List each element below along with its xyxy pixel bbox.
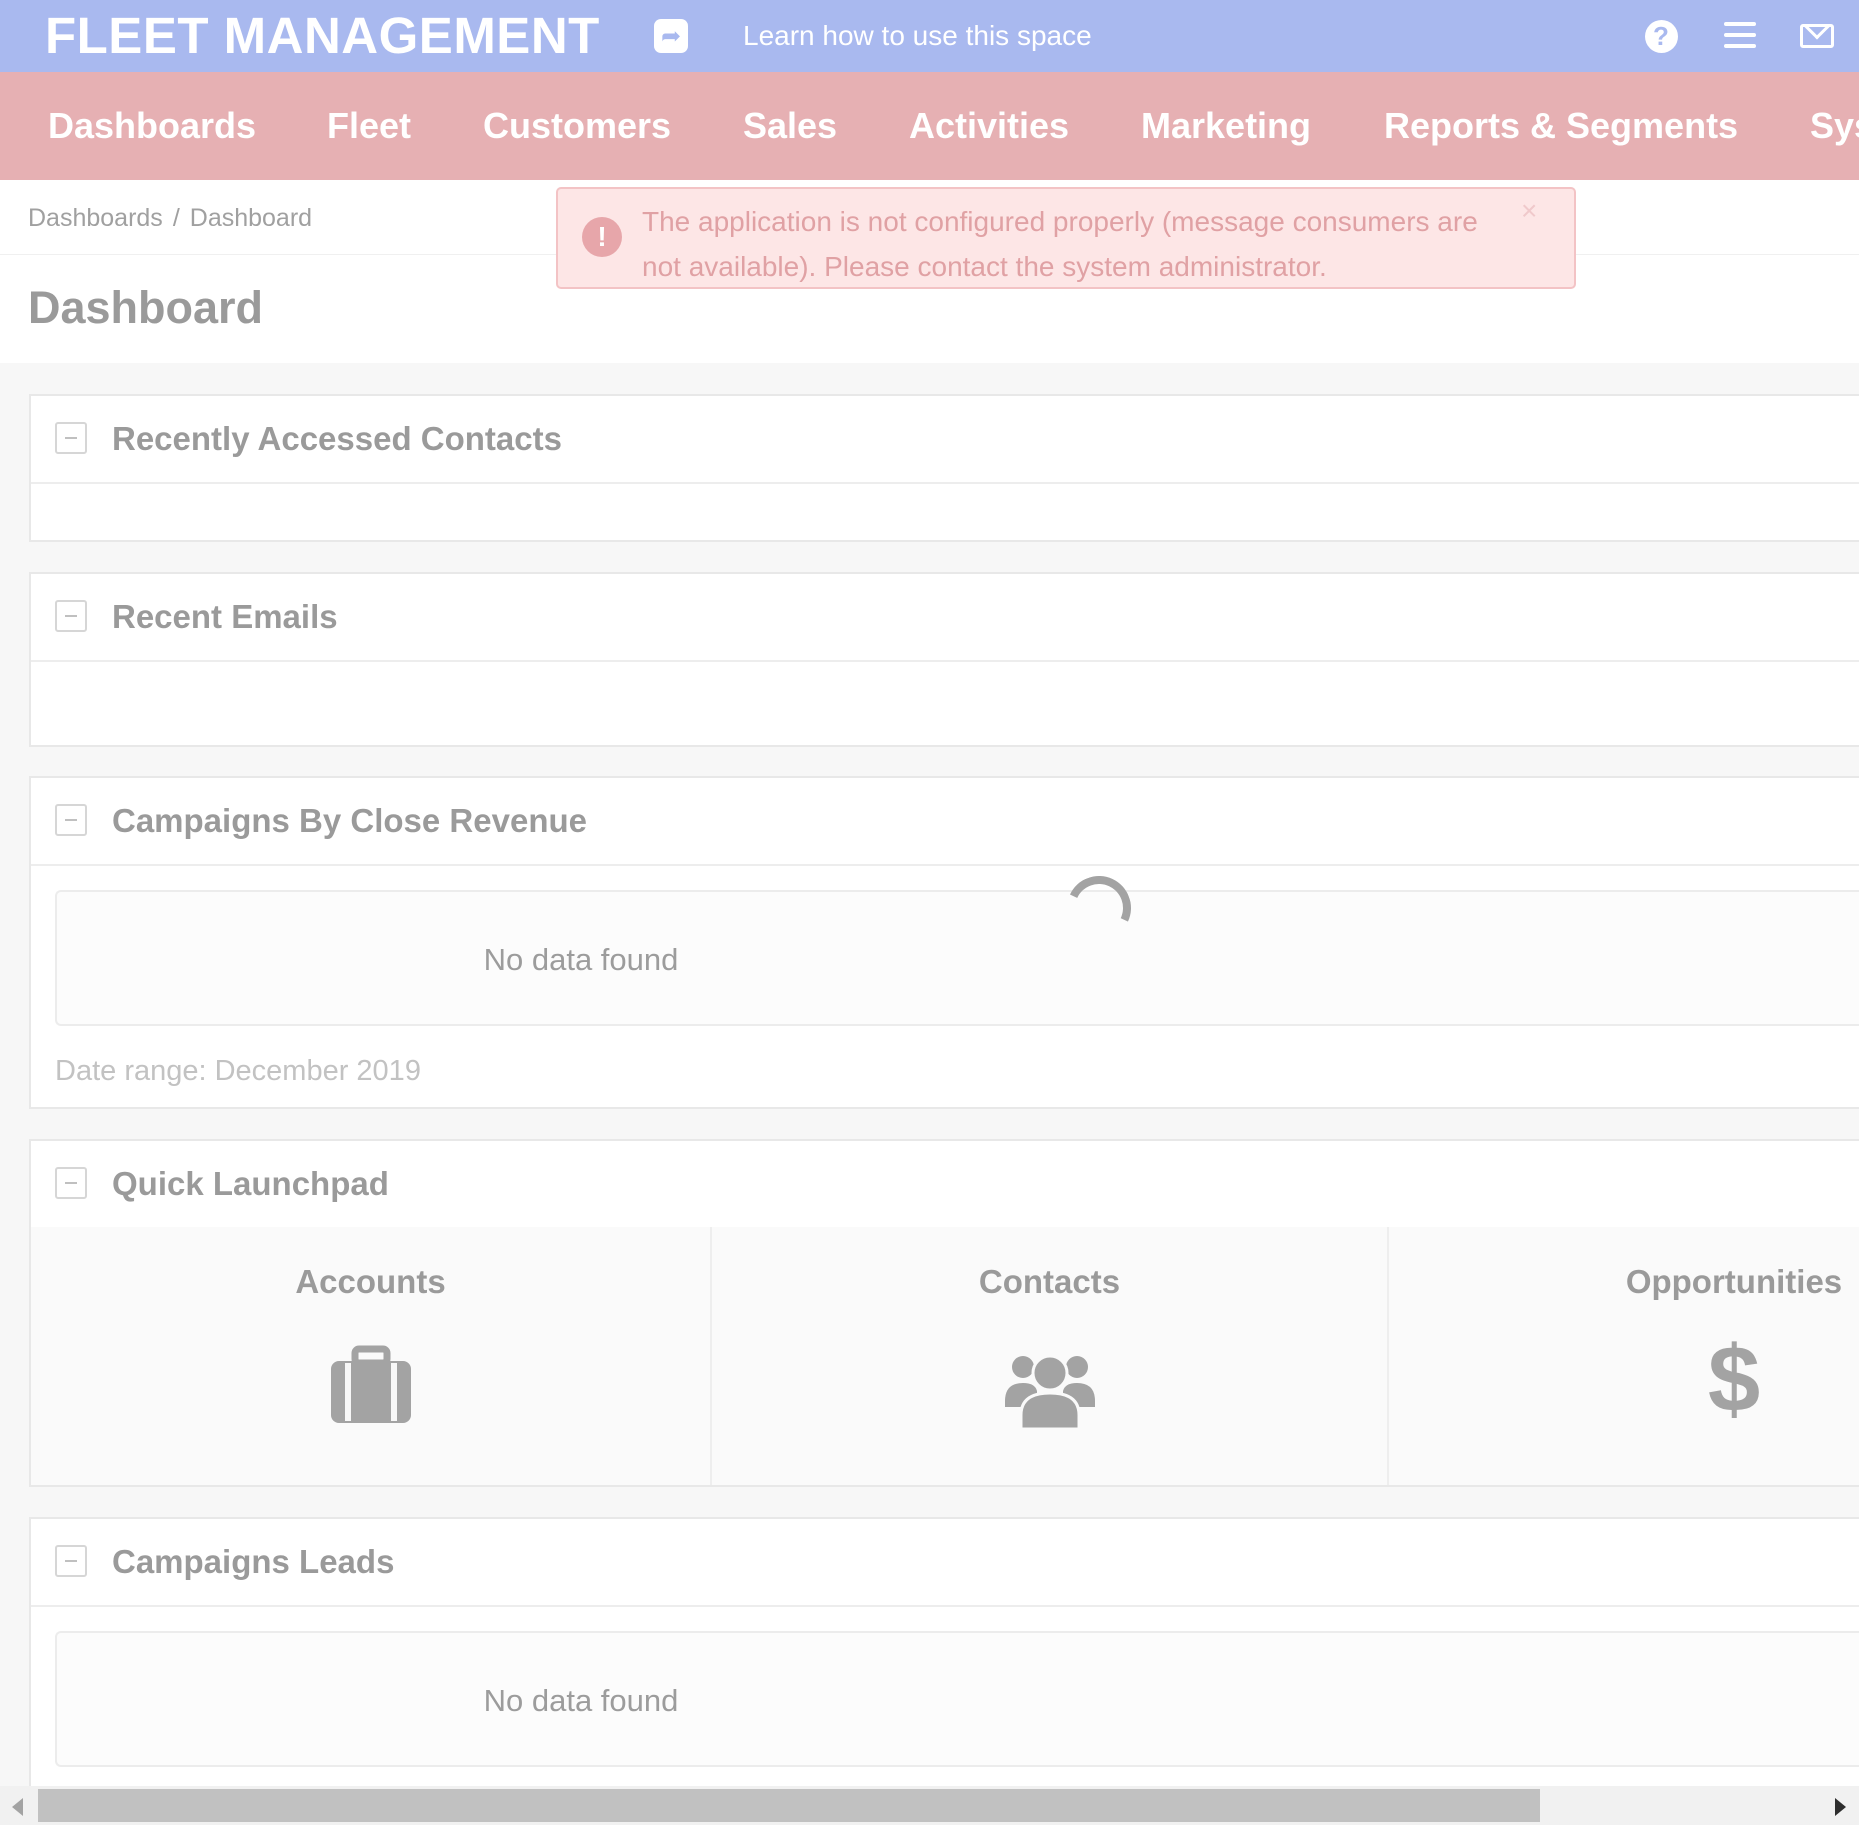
collapse-button[interactable] (55, 422, 87, 454)
help-icon[interactable]: ? (1641, 16, 1681, 56)
launchpad-accounts[interactable]: Accounts (31, 1227, 712, 1485)
nav-item-activities[interactable]: Activities (909, 105, 1069, 147)
breadcrumb-separator: / (172, 204, 180, 232)
nav-item-fleet[interactable]: Fleet (327, 105, 411, 147)
horizontal-scrollbar[interactable] (0, 1786, 1859, 1825)
nav-item-reports-segments[interactable]: Reports & Segments (1384, 105, 1738, 147)
widget-header: Recent Emails (31, 574, 1859, 662)
widget-title: Quick Launchpad (112, 1165, 389, 1202)
close-icon[interactable]: × (1521, 195, 1537, 227)
scrollbar-thumb[interactable] (38, 1789, 1540, 1822)
breadcrumb: Dashboards / Dashboard (28, 204, 312, 233)
no-data-text: No data found (483, 1683, 679, 1718)
app-brand[interactable]: FLEET MANAGEMENT (45, 6, 600, 65)
error-alert: ! The application is not configured prop… (556, 187, 1576, 289)
launchpad-contacts[interactable]: Contacts (712, 1227, 1389, 1485)
chart-empty-state: No data found (55, 1631, 1859, 1767)
widget-header: Recently Accessed Contacts (31, 396, 1859, 484)
widget-header: Quick Launchpad (31, 1141, 1859, 1229)
nav-item-system[interactable]: Sys (1810, 105, 1859, 147)
collapse-button[interactable] (55, 1545, 87, 1577)
nav-item-sales[interactable]: Sales (743, 105, 837, 147)
collapse-button[interactable] (55, 1167, 87, 1199)
widget-header: Campaigns Leads (31, 1519, 1859, 1607)
alert-message: The application is not configured proper… (642, 206, 1478, 282)
launchpad-label: Opportunities (1625, 1263, 1843, 1300)
envelope-icon[interactable] (1797, 16, 1837, 56)
dollar-icon: $ (1707, 1326, 1761, 1431)
no-data-text: No data found (483, 942, 679, 977)
hamburger-menu-icon[interactable] (1720, 22, 1760, 48)
widget-recent-emails: Recent Emails (29, 572, 1859, 747)
collapse-button[interactable] (55, 804, 87, 836)
widget-campaigns-leads: Campaigns Leads No data found (29, 1517, 1859, 1807)
users-icon (712, 1345, 1387, 1435)
briefcase-icon (31, 1345, 710, 1435)
launchpad-label: Contacts (978, 1263, 1121, 1300)
exclamation-circle-icon: ! (582, 217, 622, 257)
nav-item-customers[interactable]: Customers (483, 105, 671, 147)
date-range-text: Date range: December 2019 (55, 1055, 421, 1087)
launchpad-label: Accounts (295, 1263, 446, 1300)
widget-quick-launchpad: Quick Launchpad Accounts Contacts Opport… (29, 1139, 1859, 1487)
chart-empty-state: No data found (55, 890, 1859, 1026)
widget-title: Campaigns By Close Revenue (112, 802, 587, 839)
widget-title: Campaigns Leads (112, 1543, 395, 1580)
widget-header: Campaigns By Close Revenue (31, 778, 1859, 866)
breadcrumb-item-dashboard: Dashboard (189, 204, 313, 232)
widget-campaigns-by-close-revenue: Campaigns By Close Revenue No data found… (29, 776, 1859, 1109)
share-icon[interactable]: ➦ (654, 19, 688, 53)
widget-title: Recent Emails (112, 598, 338, 635)
main-nav: Dashboards Fleet Customers Sales Activit… (0, 72, 1859, 180)
breadcrumb-item-dashboards[interactable]: Dashboards (28, 204, 163, 232)
nav-item-dashboards[interactable]: Dashboards (48, 105, 256, 147)
page-title: Dashboard (28, 282, 264, 333)
widget-recently-accessed-contacts: Recently Accessed Contacts (29, 394, 1859, 542)
launchpad-opportunities[interactable]: Opportunities $ (1389, 1227, 1859, 1485)
scroll-left-arrow-icon[interactable] (12, 1798, 23, 1816)
scroll-right-arrow-icon[interactable] (1835, 1798, 1846, 1816)
widget-title: Recently Accessed Contacts (112, 420, 562, 457)
learn-how-link[interactable]: Learn how to use this space (743, 20, 1092, 52)
nav-item-marketing[interactable]: Marketing (1141, 105, 1311, 147)
collapse-button[interactable] (55, 600, 87, 632)
top-bar: FLEET MANAGEMENT ➦ Learn how to use this… (0, 0, 1859, 72)
